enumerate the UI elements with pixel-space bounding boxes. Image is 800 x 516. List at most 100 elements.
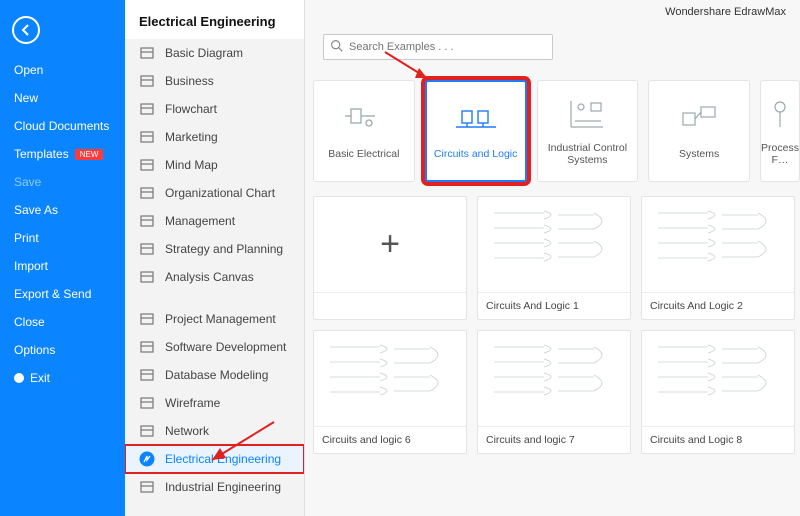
type-basic-electrical[interactable]: Basic Electrical — [313, 80, 415, 182]
nav-cloud-documents[interactable]: Cloud Documents — [0, 112, 125, 140]
cat-analysis-canvas[interactable]: Analysis Canvas — [125, 263, 304, 291]
exit-icon — [14, 373, 24, 383]
type-icon — [759, 96, 800, 132]
template-thumb — [314, 331, 466, 427]
category-label: Software Development — [165, 340, 286, 354]
type-icon — [566, 96, 608, 132]
cat-organizational-chart[interactable]: Organizational Chart — [125, 179, 304, 207]
type-label: Industrial Control Systems — [542, 142, 634, 166]
category-icon — [139, 213, 155, 229]
category-icon — [139, 101, 155, 117]
template-circuits-and-logic-8[interactable]: Circuits and Logic 8 — [641, 330, 795, 454]
category-icon — [139, 339, 155, 355]
nav-new[interactable]: New — [0, 84, 125, 112]
nav-close[interactable]: Close — [0, 308, 125, 336]
nav-export-send[interactable]: Export & Send — [0, 280, 125, 308]
template-thumb: + — [314, 197, 466, 293]
type-icon — [343, 102, 385, 138]
cat-industrial-engineering[interactable]: Industrial Engineering — [125, 473, 304, 501]
brand-label: Wondershare EdrawMax — [665, 6, 786, 18]
category-icon — [139, 451, 155, 467]
type-systems[interactable]: Systems — [648, 80, 750, 182]
category-label: Management — [165, 214, 235, 228]
cat-software-development[interactable]: Software Development — [125, 333, 304, 361]
category-label: Marketing — [165, 130, 218, 144]
type-icon — [455, 102, 497, 138]
back-button[interactable] — [12, 16, 40, 44]
main-panel: Wondershare EdrawMax Basic Electrical Cir… — [305, 0, 800, 516]
category-title: Electrical Engineering — [125, 0, 304, 39]
cat-basic-diagram[interactable]: Basic Diagram — [125, 39, 304, 67]
type-icon — [678, 102, 720, 138]
category-icon — [139, 423, 155, 439]
cat-wireframe[interactable]: Wireframe — [125, 389, 304, 417]
template-thumb — [642, 331, 794, 427]
category-label: Organizational Chart — [165, 186, 275, 200]
category-label: Strategy and Planning — [165, 242, 283, 256]
search-input[interactable] — [323, 34, 553, 60]
template-thumb — [642, 197, 794, 293]
category-label: Mind Map — [165, 158, 218, 172]
cat-strategy-and-planning[interactable]: Strategy and Planning — [125, 235, 304, 263]
template-thumb — [478, 331, 630, 427]
cat-project-management[interactable]: Project Management — [125, 305, 304, 333]
new-badge: NEW — [75, 149, 104, 160]
type-label: Basic Electrical — [328, 148, 399, 160]
category-icon — [139, 311, 155, 327]
cat-network[interactable]: Network — [125, 417, 304, 445]
nav-print[interactable]: Print — [0, 224, 125, 252]
template-label: Circuits and logic 6 — [314, 427, 466, 453]
category-icon — [139, 395, 155, 411]
type-process-f-[interactable]: Process F… — [760, 80, 800, 182]
template-circuits-and-logic-2[interactable]: Circuits And Logic 2 — [641, 196, 795, 320]
category-label: Flowchart — [165, 102, 217, 116]
category-label: Basic Diagram — [165, 46, 243, 60]
type-industrial-control-systems[interactable]: Industrial Control Systems — [537, 80, 639, 182]
category-label: Analysis Canvas — [165, 270, 254, 284]
category-panel: Electrical Engineering Basic Diagram Busi… — [125, 0, 305, 516]
category-icon — [139, 185, 155, 201]
cat-marketing[interactable]: Marketing — [125, 123, 304, 151]
category-icon — [139, 45, 155, 61]
category-icon — [139, 73, 155, 89]
search-icon — [330, 39, 343, 55]
template-circuits-and-logic-7[interactable]: Circuits and logic 7 — [477, 330, 631, 454]
left-sidebar: Open New Cloud Documents TemplatesNEW Sa… — [0, 0, 125, 516]
cat-management[interactable]: Management — [125, 207, 304, 235]
category-label: Business — [165, 74, 214, 88]
plus-icon: + — [380, 225, 400, 264]
cat-database-modeling[interactable]: Database Modeling — [125, 361, 304, 389]
template-thumb — [478, 197, 630, 293]
type-label: Circuits and Logic — [434, 148, 517, 160]
category-icon — [139, 269, 155, 285]
nav-open[interactable]: Open — [0, 56, 125, 84]
category-label: Network — [165, 424, 209, 438]
nav-exit[interactable]: Exit — [0, 364, 125, 392]
template-label: Circuits And Logic 1 — [478, 293, 630, 319]
nav-import[interactable]: Import — [0, 252, 125, 280]
cat-electrical-engineering[interactable]: Electrical Engineering — [125, 445, 304, 473]
nav-options[interactable]: Options — [0, 336, 125, 364]
nav-save-as[interactable]: Save As — [0, 196, 125, 224]
category-label: Industrial Engineering — [165, 480, 281, 494]
template-label: Circuits And Logic 2 — [642, 293, 794, 319]
type-circuits-and-logic[interactable]: Circuits and Logic — [425, 80, 527, 182]
category-icon — [139, 367, 155, 383]
cat-mind-map[interactable]: Mind Map — [125, 151, 304, 179]
cat-flowchart[interactable]: Flowchart — [125, 95, 304, 123]
template-label: Circuits and Logic 8 — [642, 427, 794, 453]
category-icon — [139, 129, 155, 145]
nav-templates[interactable]: TemplatesNEW — [0, 140, 125, 168]
category-label: Project Management — [165, 312, 276, 326]
template-circuits-and-logic-6[interactable]: Circuits and logic 6 — [313, 330, 467, 454]
template-circuits-and-logic-1[interactable]: Circuits And Logic 1 — [477, 196, 631, 320]
search-field[interactable] — [349, 41, 546, 53]
category-icon — [139, 157, 155, 173]
type-label: Process F… — [761, 142, 799, 166]
cat-business[interactable]: Business — [125, 67, 304, 95]
category-icon — [139, 479, 155, 495]
template-blank[interactable]: + — [313, 196, 467, 320]
category-label: Database Modeling — [165, 368, 268, 382]
category-label: Wireframe — [165, 396, 220, 410]
nav-save[interactable]: Save — [0, 168, 125, 196]
